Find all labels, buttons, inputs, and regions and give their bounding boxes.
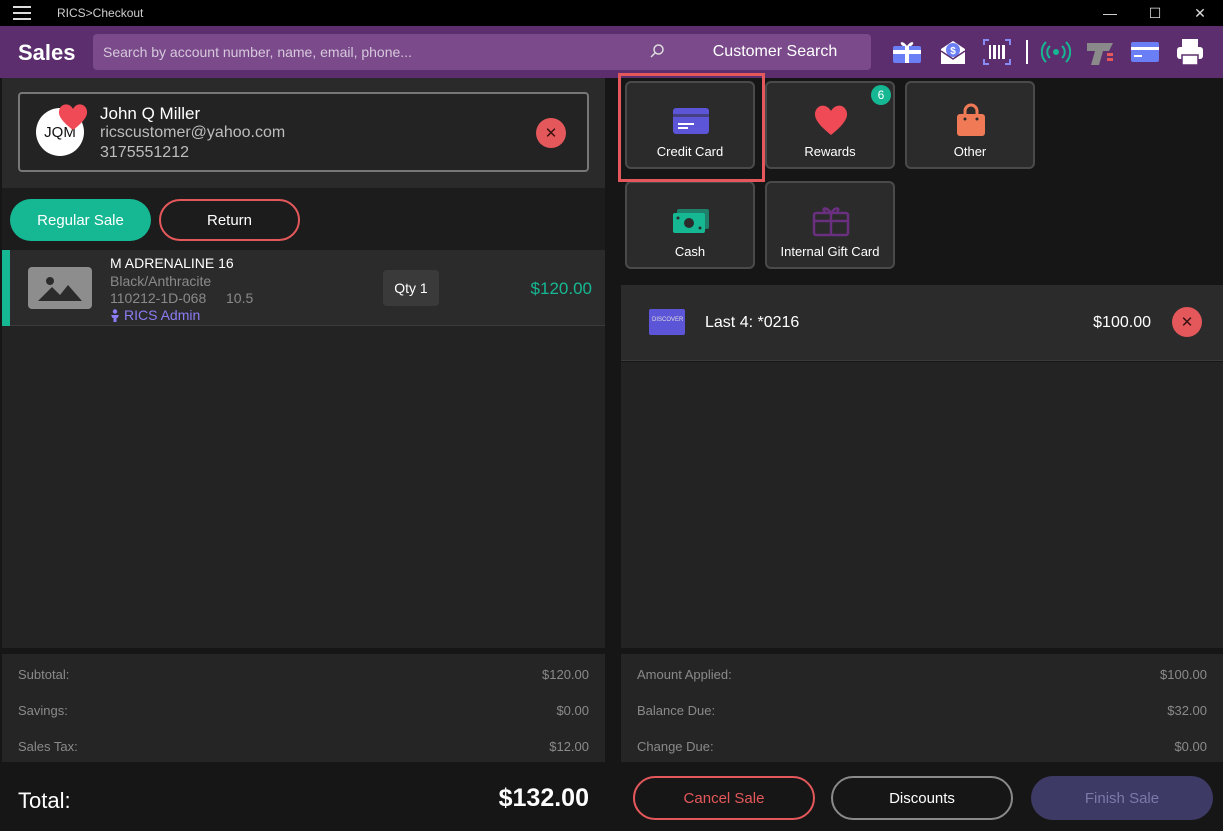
customer-card[interactable]: JQM John Q Miller ricscustomer@yahoo.com… [18, 92, 589, 172]
balance-due-value: $32.00 [1167, 703, 1207, 718]
quantity-button[interactable]: Qty 1 [383, 270, 439, 306]
selected-tender-highlight [618, 73, 765, 182]
amount-applied-value: $100.00 [1160, 667, 1207, 682]
heart-icon [814, 105, 848, 135]
cash-envelope-icon[interactable]: $ [938, 37, 968, 67]
tender-label: Internal Gift Card [780, 244, 880, 259]
payments-list-area [621, 362, 1223, 648]
salesperson-name: RICS Admin [124, 307, 201, 323]
wireless-signal-icon[interactable] [1041, 37, 1071, 67]
tender-label: Other [953, 144, 987, 159]
heart-icon [58, 104, 88, 130]
cart-totals: Subtotal: $120.00 Savings: $0.00 Sales T… [2, 654, 605, 762]
tender-label: Rewards [804, 144, 856, 159]
total-label: Total: [18, 788, 71, 813]
rewards-count-badge: 6 [871, 85, 891, 105]
remove-customer-button[interactable]: ✕ [536, 118, 566, 148]
cash-icon [673, 209, 709, 233]
title-bar: RICS>Checkout — ☐ ✕ [0, 0, 1223, 26]
item-color: Black/Anthracite [110, 273, 212, 289]
close-window-button[interactable]: ✕ [1177, 0, 1223, 26]
change-due-value: $0.00 [1174, 739, 1207, 754]
svg-text:$: $ [950, 46, 956, 57]
card-brand: DISCOVER [652, 317, 684, 323]
cancel-sale-button[interactable]: Cancel Sale [633, 776, 815, 820]
line-item-accent [2, 250, 10, 326]
payment-last4: Last 4: *0216 [705, 314, 800, 331]
payment-totals: Amount Applied: $100.00 Balance Due: $32… [621, 654, 1223, 762]
remove-payment-button[interactable]: ✕ [1172, 307, 1202, 337]
shopping-bag-icon [957, 103, 985, 136]
change-due-label: Change Due: [637, 739, 714, 754]
barcode-scan-icon[interactable] [982, 37, 1012, 67]
customer-name: John Q Miller [100, 104, 201, 123]
sales-tax-value: $12.00 [549, 739, 589, 754]
item-salesperson[interactable]: RICS Admin [110, 307, 200, 323]
sales-tax-label: Sales Tax: [18, 739, 78, 754]
discounts-button[interactable]: Discounts [831, 776, 1013, 820]
finish-sale-button[interactable]: Finish Sale [1031, 776, 1213, 820]
cart-line-item[interactable]: M ADRENALINE 16 Black/Anthracite 110212-… [2, 250, 605, 326]
payment-amount: $100.00 [1093, 314, 1151, 331]
item-price: $120.00 [530, 279, 592, 298]
window-title: RICS>Checkout [57, 6, 144, 20]
item-size: 10.5 [226, 290, 254, 306]
tender-cash[interactable]: Cash [625, 181, 755, 269]
customer-search-button[interactable]: Customer Search [679, 34, 871, 70]
header-divider [1026, 40, 1028, 64]
minimize-button[interactable]: — [1087, 0, 1133, 26]
page-title: Sales [18, 40, 76, 65]
search-input[interactable] [103, 41, 623, 63]
tender-label: Cash [674, 244, 706, 259]
action-bar: Cancel Sale Discounts Finish Sale [621, 764, 1223, 831]
savings-value: $0.00 [556, 703, 589, 718]
return-button[interactable]: Return [159, 199, 300, 241]
customer-phone: 3175551212 [100, 144, 189, 161]
search-icon[interactable] [649, 43, 665, 59]
total-bar: Total: $132.00 [2, 764, 605, 831]
gift-card-icon [812, 207, 850, 237]
person-icon [111, 309, 119, 322]
printer-icon[interactable] [1175, 37, 1205, 67]
sales-header: Sales Customer Search $ [0, 26, 1223, 78]
maximize-button[interactable]: ☐ [1132, 0, 1178, 26]
regular-sale-button[interactable]: Regular Sale [10, 199, 151, 241]
savings-label: Savings: [18, 703, 68, 718]
card-reader-icon[interactable] [1085, 37, 1115, 67]
discover-card-icon: DISCOVER [649, 309, 685, 335]
balance-due-label: Balance Due: [637, 703, 716, 718]
customer-email: ricscustomer@yahoo.com [100, 124, 286, 141]
payment-row[interactable]: DISCOVER Last 4: *0216 $100.00 ✕ [621, 285, 1223, 361]
customer-search-bar: Customer Search [93, 34, 871, 70]
total-value: $132.00 [498, 784, 589, 812]
tender-other[interactable]: Other [905, 81, 1035, 169]
gift-card-icon[interactable] [892, 37, 922, 67]
credit-card-icon[interactable] [1130, 37, 1160, 67]
subtotal-label: Subtotal: [18, 667, 70, 682]
item-sku: 110212-1D-068 [110, 290, 207, 306]
hamburger-menu-icon[interactable] [13, 6, 31, 20]
product-image-placeholder-icon [28, 267, 92, 309]
subtotal-value: $120.00 [542, 667, 589, 682]
tender-internal-gift-card[interactable]: Internal Gift Card [765, 181, 895, 269]
amount-applied-label: Amount Applied: [637, 667, 732, 682]
item-name: M ADRENALINE 16 [110, 255, 234, 271]
